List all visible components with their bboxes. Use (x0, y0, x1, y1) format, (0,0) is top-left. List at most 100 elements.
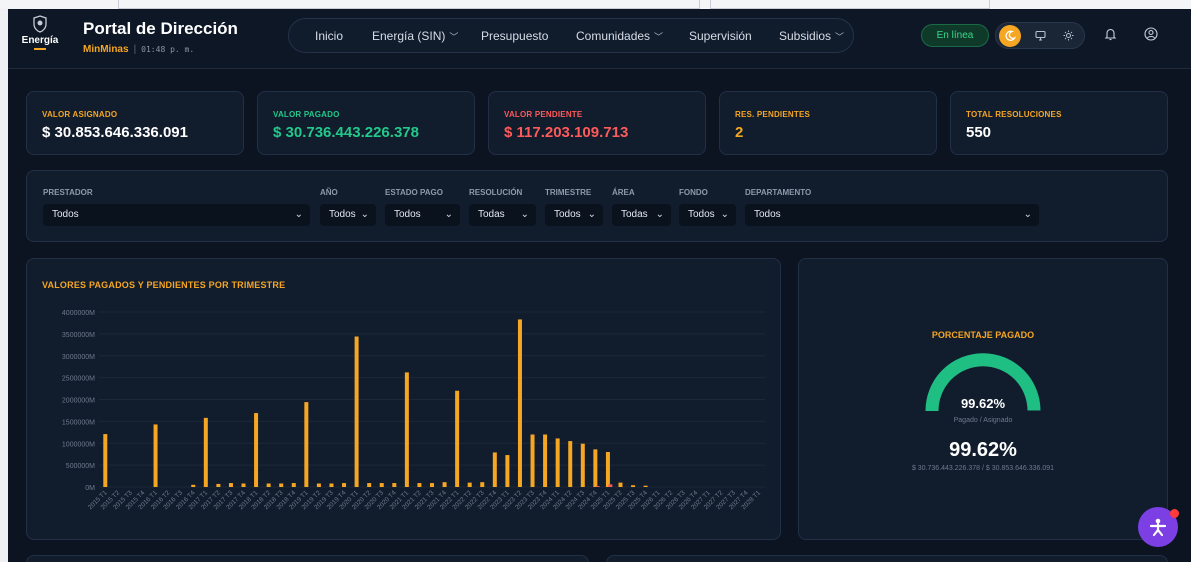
bar-pagado (430, 483, 434, 487)
kpi-value: $ 30.736.443.226.378 (273, 124, 419, 141)
bar-pagado (492, 452, 497, 487)
nav-label: Energía (SIN) (372, 29, 446, 43)
bottom-panel-right (606, 555, 1168, 562)
separator: | (133, 44, 137, 55)
kpi-value: 550 (966, 124, 992, 141)
select-value: Todos (52, 209, 79, 220)
bar-pendiente (595, 486, 600, 487)
header: Energía Portal de Dirección MinMinas | 01:… (8, 9, 1191, 69)
chevron-down-icon: ⌄ (360, 209, 369, 220)
chevron-down-icon: ﹀ (449, 32, 459, 42)
nav-label: Inicio (315, 29, 344, 43)
nav-subsidios[interactable]: Subsidios ﹀ (779, 29, 844, 43)
moon-glyph (1005, 30, 1017, 41)
filter-label-estado-pago: ESTADO PAGO (385, 188, 443, 197)
monitor-icon[interactable] (1029, 25, 1051, 47)
filter-label-resolucion: RESOLUCIÓN (469, 188, 523, 197)
chevron-down-icon: ﹀ (654, 32, 664, 42)
nav-label: Subsidios (779, 29, 832, 43)
bar-pagado (404, 372, 409, 487)
departamento-select[interactable]: Todos ⌄ (745, 204, 1039, 226)
select-value: Todos (329, 209, 356, 220)
bar-pagado (367, 483, 372, 487)
sun-glyph (1063, 30, 1073, 41)
kpi-total-resoluciones: TOTAL RESOLUCIONES 550 (950, 91, 1168, 155)
nav-presupuesto[interactable]: Presupuesto (481, 29, 548, 43)
gauge-sublabel: Pagado / Asignado (953, 417, 1013, 424)
chevron-down-icon: ﹀ (835, 32, 845, 42)
logo[interactable]: Energía (20, 15, 60, 63)
y-tick-label: 2000000M (62, 398, 95, 405)
kpi-label: RES. PENDIENTES (735, 110, 811, 119)
theme-switcher (995, 22, 1085, 49)
bar-pagado (266, 483, 271, 487)
chevron-down-icon: ⌄ (587, 209, 596, 220)
bar-pagado (568, 441, 573, 487)
bar-pagado (530, 434, 535, 487)
select-value: Todas (478, 209, 505, 220)
logo-underline (34, 48, 46, 50)
bar-pagado (354, 336, 359, 487)
trimestre-select[interactable]: Todos ⌄ (545, 204, 603, 226)
bar-pagado (517, 319, 522, 487)
browser-top-strip (0, 0, 1191, 9)
bar-pagado (543, 434, 548, 487)
chevron-down-icon: ⌄ (294, 209, 303, 220)
ano-select[interactable]: Todos ⌄ (320, 204, 376, 226)
bar-pagado (480, 482, 485, 487)
y-tick-label: 3500000M (62, 332, 95, 339)
bar-pagado (291, 483, 296, 487)
kpi-label: TOTAL RESOLUCIONES (966, 110, 1062, 119)
y-tick-label: 500000M (66, 463, 95, 470)
org-name: MinMinas (83, 44, 129, 55)
estado-pago-select[interactable]: Todos ⌄ (385, 204, 460, 226)
area-select[interactable]: Todas ⌄ (612, 204, 671, 226)
strip-segment (710, 0, 990, 9)
nav-label: Comunidades (576, 29, 651, 43)
bar-pagado (254, 413, 259, 487)
kpi-valor-pagado: VALOR PAGADO $ 30.736.443.226.378 (257, 91, 475, 155)
filter-label-ano: AÑO (320, 188, 338, 197)
y-tick-label: 4000000M (62, 310, 95, 317)
gauge-svg (925, 353, 1041, 412)
kpi-valor-asignado: VALOR ASIGNADO $ 30.853.646.336.091 (26, 91, 244, 155)
resolucion-select[interactable]: Todas ⌄ (469, 204, 536, 226)
gauge-title: PORCENTAJE PAGADO (931, 330, 1035, 340)
bar-pagado (203, 417, 208, 487)
kpi-label: VALOR PENDIENTE (504, 110, 583, 119)
bar-pagado (505, 455, 510, 487)
monitor-glyph (1034, 30, 1046, 41)
bar-pagado (455, 390, 460, 487)
bar-pagado (580, 443, 585, 487)
user-icon[interactable] (1143, 27, 1159, 43)
chevron-down-icon: ⌄ (1023, 209, 1032, 220)
gauge-percent: 99.62% (960, 396, 1006, 411)
filter-label-fondo: FONDO (679, 188, 708, 197)
bar-chart: 0M 500000M 1000000M 1500000M 2000000M 2500000… (62, 310, 765, 511)
sun-icon[interactable] (1057, 25, 1079, 47)
crest-icon (33, 15, 47, 33)
chevron-down-icon: ⌄ (655, 209, 664, 220)
filters-panel: PRESTADOR Todos ⌄ AÑO Todos ⌄ ESTADO PAGO … (26, 170, 1168, 242)
bell-icon[interactable] (1102, 27, 1118, 43)
bar-pagado (216, 483, 221, 487)
select-value: Todas (621, 209, 648, 220)
bar-pagado (417, 483, 422, 487)
nav-comunidades[interactable]: Comunidades ﹀ (576, 29, 663, 43)
nav-inicio[interactable]: Inicio (315, 29, 343, 43)
y-tick-label: 1500000M (62, 419, 95, 426)
fondo-select[interactable]: Todos ⌄ (679, 204, 736, 226)
bar-pagado (304, 402, 309, 487)
main-nav: Inicio Energía (SIN) ﹀ Presupuesto Comuni… (288, 18, 854, 53)
moon-icon[interactable] (999, 25, 1021, 47)
bar-pagado (191, 484, 196, 487)
prestador-select[interactable]: Todos ⌄ (43, 204, 310, 226)
logo-text: Energía (21, 35, 59, 46)
bar-pagado (555, 438, 560, 487)
nav-energia[interactable]: Energía (SIN) ﹀ (372, 29, 458, 43)
bar-pagado (342, 483, 347, 487)
bar-pagado (618, 482, 623, 487)
nav-label: Supervisión (689, 29, 752, 43)
kpi-label: VALOR ASIGNADO (42, 110, 118, 119)
nav-supervision[interactable]: Supervisión (689, 29, 752, 43)
